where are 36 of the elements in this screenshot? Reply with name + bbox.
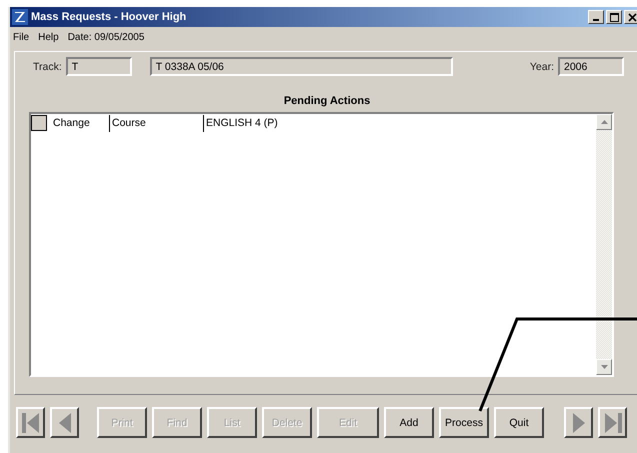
window-title: Mass Requests - Hoover High xyxy=(31,11,188,23)
checkbox[interactable] xyxy=(31,115,47,131)
scroll-down-button[interactable] xyxy=(596,359,612,375)
date-label: Date: 09/05/2005 xyxy=(68,32,144,42)
first-record-icon xyxy=(20,412,40,434)
last-record-button[interactable] xyxy=(598,407,627,438)
text-field[interactable]: 2006 xyxy=(558,57,624,76)
scrollbar[interactable] xyxy=(596,114,612,375)
close-icon xyxy=(628,12,636,22)
left-triangle-icon xyxy=(56,412,72,434)
field-label: Year: xyxy=(530,60,554,72)
close-button[interactable] xyxy=(624,10,637,24)
scroll-up-button[interactable] xyxy=(596,114,612,130)
previous-button[interactable] xyxy=(50,407,79,438)
menu-item[interactable]: File xyxy=(13,32,30,42)
right-triangle-icon xyxy=(570,412,586,434)
table-cell: Course xyxy=(109,114,203,132)
minimize-button[interactable] xyxy=(588,10,604,24)
text-field[interactable]: T xyxy=(66,57,132,76)
table-cell-text: Change xyxy=(53,117,91,129)
first-record-button[interactable] xyxy=(16,407,45,438)
section-title: Pending Actions xyxy=(282,95,372,107)
field-label: Track: xyxy=(33,60,62,72)
text-field[interactable]: T 0338A 05/06 xyxy=(150,57,453,76)
app-logo-icon xyxy=(12,9,28,25)
table-cell: ENGLISH 4 (P) xyxy=(203,114,278,132)
action-button[interactable]: Process xyxy=(439,407,489,438)
next-button[interactable] xyxy=(564,407,593,438)
up-arrow-icon xyxy=(600,120,608,124)
maximize-button[interactable] xyxy=(606,10,622,24)
menu-item[interactable]: Help xyxy=(38,32,59,42)
action-button[interactable]: Add xyxy=(384,407,434,438)
last-record-icon xyxy=(602,412,622,434)
maximize-icon xyxy=(610,12,618,22)
action-button[interactable]: Quit xyxy=(494,407,544,438)
down-arrow-icon xyxy=(600,365,608,369)
